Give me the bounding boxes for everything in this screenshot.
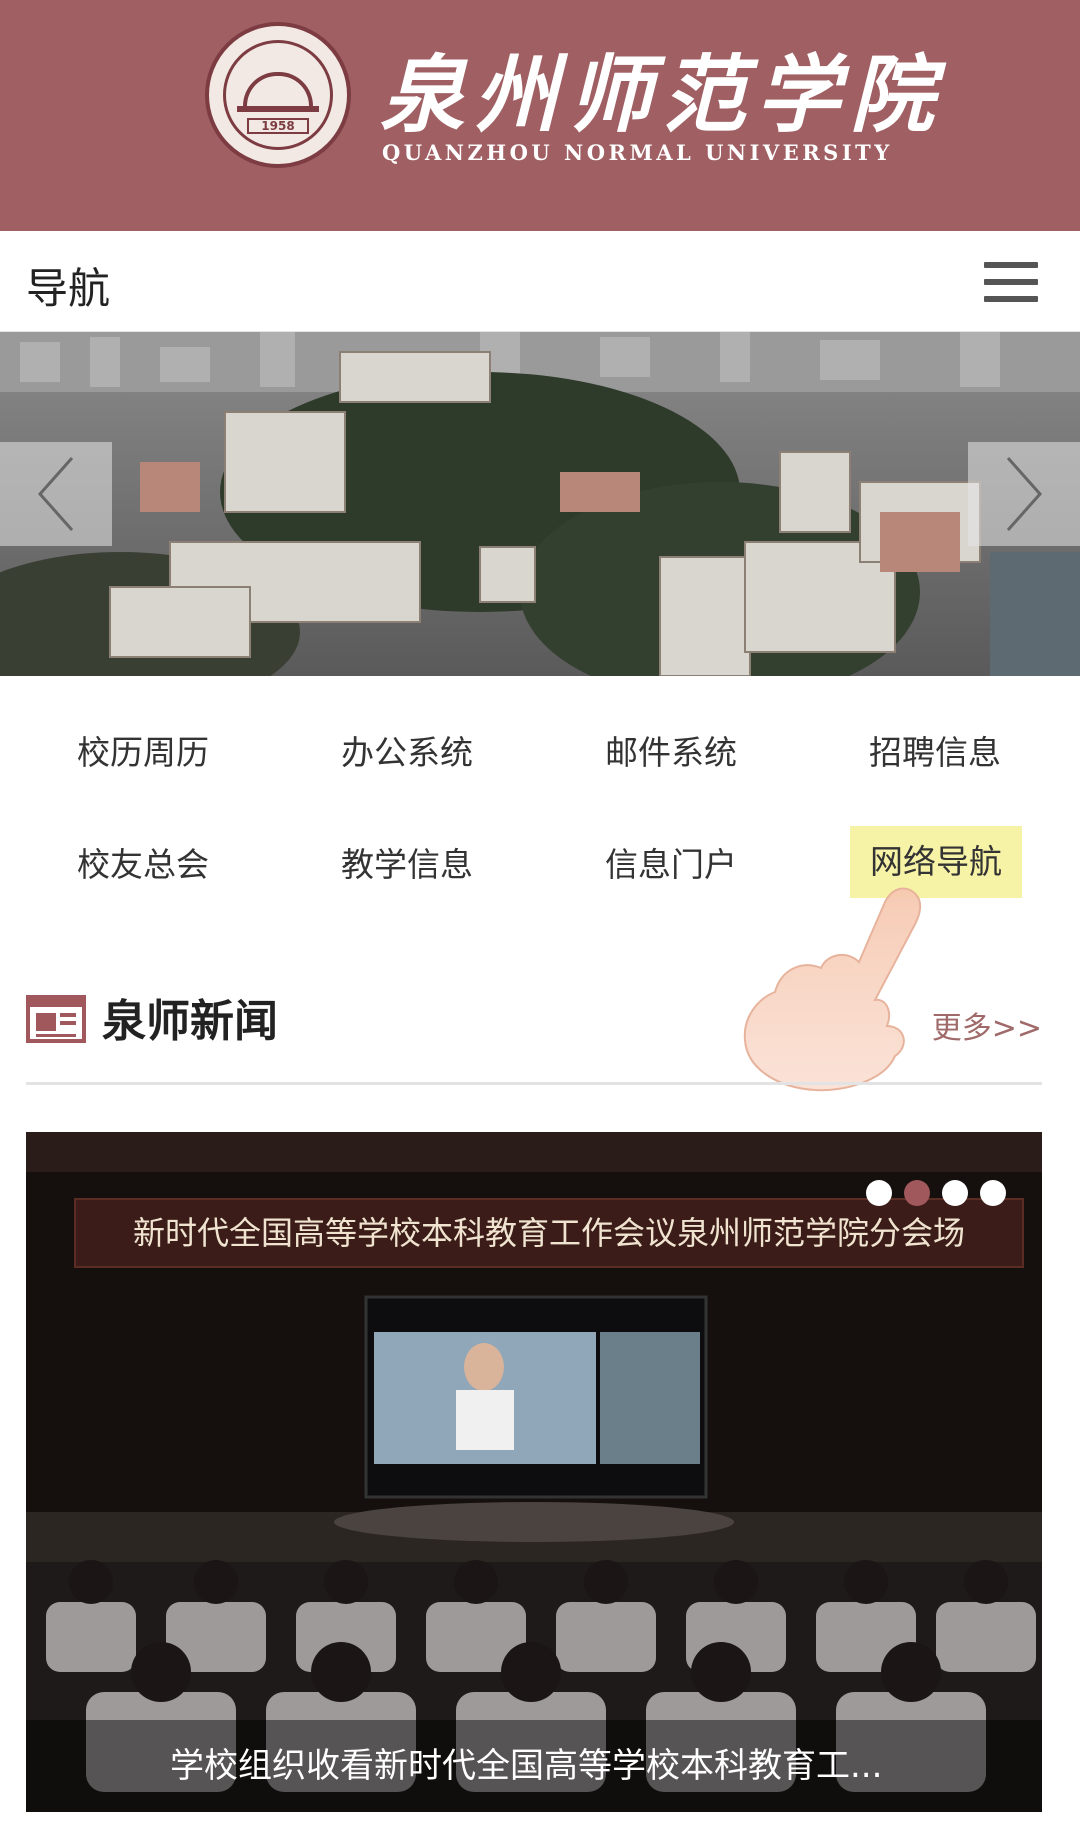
link-office-system[interactable]: 办公系统 — [332, 718, 482, 788]
hamburger-menu-icon[interactable] — [984, 262, 1038, 302]
link-recruitment[interactable]: 招聘信息 — [860, 718, 1010, 788]
university-seal-logo: 1958 — [205, 22, 351, 168]
link-teaching-info[interactable]: 教学信息 — [332, 830, 482, 900]
link-info-portal[interactable]: 信息门户 — [596, 830, 746, 900]
slider-dot[interactable] — [980, 1180, 1006, 1206]
university-name-en: QUANZHOU NORMAL UNIVERSITY — [382, 140, 893, 165]
slider-dot[interactable] — [866, 1180, 892, 1206]
banner-prev-button[interactable] — [0, 442, 112, 546]
nav-title: 导航 — [26, 264, 111, 313]
banner-next-button[interactable] — [968, 442, 1080, 546]
newspaper-icon — [26, 995, 86, 1043]
seal-year: 1958 — [247, 118, 309, 134]
stage-banner-text: 新时代全国高等学校本科教育工作会议泉州师范学院分会场 — [74, 1198, 1024, 1268]
link-calendar[interactable]: 校历周历 — [68, 718, 218, 788]
university-name-cn: 泉州师范学院 — [380, 45, 945, 144]
news-more-link[interactable]: 更多>> — [932, 1003, 1042, 1047]
news-section-title: 泉师新闻 — [102, 996, 278, 1047]
nav-bar: 导航 — [0, 231, 1080, 332]
chevron-left-icon — [37, 457, 74, 531]
slider-dot[interactable] — [942, 1180, 968, 1206]
news-section-header: 泉师新闻 更多>> — [26, 975, 1042, 1085]
slider-dot-active[interactable] — [904, 1180, 930, 1206]
campus-aerial-photo — [0, 332, 1080, 676]
link-mail-system[interactable]: 邮件系统 — [596, 718, 746, 788]
link-alumni[interactable]: 校友总会 — [68, 830, 218, 900]
news-caption[interactable]: 学校组织收看新时代全国高等学校本科教育工... — [26, 1720, 1042, 1812]
news-slider[interactable]: 新时代全国高等学校本科教育工作会议泉州师范学院分会场 学校组织收看新时代全国高等… — [26, 1132, 1042, 1812]
site-header: 1958 泉州师范学院 QUANZHOU NORMAL UNIVERSITY — [0, 0, 1080, 231]
chevron-right-icon — [1006, 457, 1043, 531]
slider-dots — [866, 1180, 1006, 1206]
campus-banner-image — [0, 332, 1080, 676]
